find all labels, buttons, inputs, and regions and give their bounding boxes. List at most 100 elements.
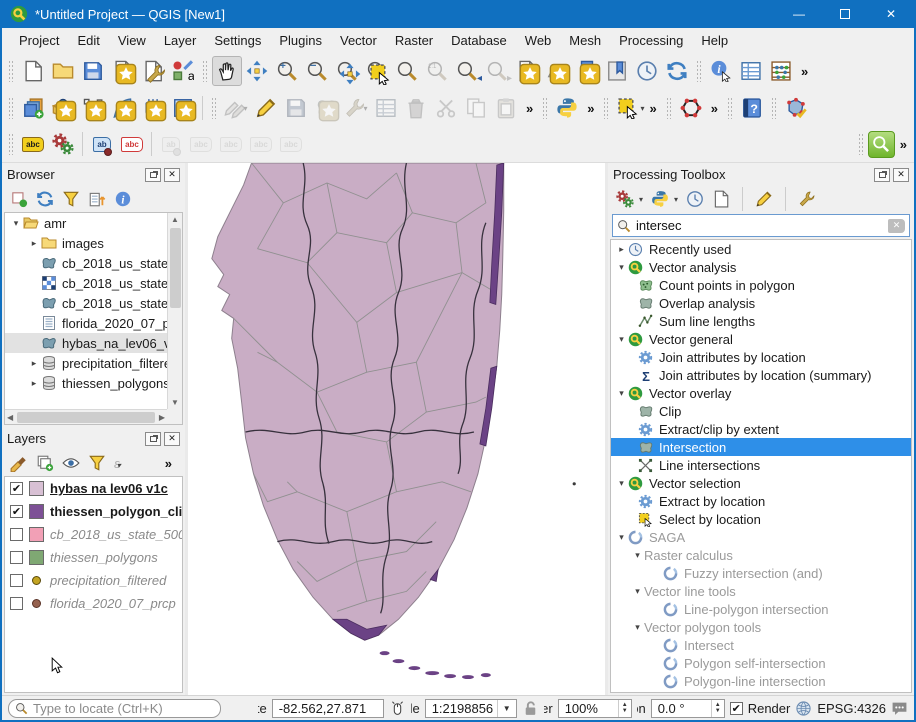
menu-mesh[interactable]: Mesh bbox=[560, 30, 610, 51]
toolbar-grip[interactable] bbox=[202, 60, 208, 82]
toolbox-alg-clip[interactable]: Clip bbox=[611, 402, 911, 420]
layer-row-thiessen-polygons[interactable]: thiessen_polygons bbox=[5, 546, 182, 569]
scroll-down-icon[interactable]: ▼ bbox=[169, 396, 181, 409]
new-shapefile-layer-button[interactable] bbox=[78, 93, 108, 123]
layer-styling-icon[interactable] bbox=[10, 454, 28, 472]
coordinate-box[interactable]: -82.562,27.871 bbox=[272, 699, 384, 718]
toolbar-overflow-chevron[interactable] bbox=[706, 101, 723, 116]
browser-close-button[interactable]: ✕ bbox=[164, 168, 180, 182]
map-canvas[interactable] bbox=[185, 163, 608, 695]
layer-checkbox[interactable] bbox=[10, 574, 23, 587]
results-viewer-icon[interactable] bbox=[712, 190, 730, 208]
browser-item-precipitation[interactable]: precipitation_filtered bbox=[5, 353, 182, 373]
mouse-position-toggle-icon[interactable] bbox=[389, 700, 406, 717]
layer-checkbox[interactable] bbox=[10, 597, 23, 610]
pin-labels-button[interactable]: ab bbox=[87, 129, 117, 159]
browser-item-cb-raster[interactable]: cb_2018_us_state_500k bbox=[5, 273, 182, 293]
layer-checkbox[interactable] bbox=[10, 505, 23, 518]
toolbar-grip[interactable] bbox=[603, 97, 609, 119]
spin-arrows-icon[interactable]: ▲▼ bbox=[711, 700, 724, 717]
vertex-tool-button[interactable] bbox=[676, 93, 706, 123]
toolbar-grip[interactable] bbox=[858, 133, 864, 155]
toolbox-alg-sum-line-lengths[interactable]: Sum line lengths bbox=[611, 312, 911, 330]
expander-open-icon[interactable] bbox=[631, 586, 644, 597]
menu-settings[interactable]: Settings bbox=[205, 30, 270, 51]
toolbox-group-vector-general[interactable]: Vector general bbox=[611, 330, 911, 348]
expander-open-icon[interactable] bbox=[9, 218, 23, 229]
temporal-controller-button[interactable] bbox=[632, 56, 662, 86]
toolbox-float-button[interactable] bbox=[874, 168, 890, 182]
layer-row-cb-states[interactable]: cb_2018_us_state_500k bbox=[5, 523, 182, 546]
new-spatial-bookmark-button[interactable] bbox=[572, 56, 602, 86]
magnifier-spinbox[interactable]: 100%▲▼ bbox=[558, 699, 632, 718]
filter-legend-icon[interactable] bbox=[88, 454, 106, 472]
layers-toolbar-overflow[interactable] bbox=[160, 456, 177, 471]
new-mesh-layer-button[interactable] bbox=[138, 93, 168, 123]
geometry-checker-button[interactable] bbox=[781, 93, 811, 123]
toolbox-group-vector-analysis[interactable]: Vector analysis bbox=[611, 258, 911, 276]
menu-edit[interactable]: Edit bbox=[68, 30, 108, 51]
minimize-button[interactable]: — bbox=[776, 0, 822, 28]
pan-to-selection-button[interactable] bbox=[242, 56, 272, 86]
menu-web[interactable]: Web bbox=[516, 30, 561, 51]
toolbox-alg-extract-clip-by-extent[interactable]: Extract/clip by extent bbox=[611, 420, 911, 438]
collapse-all-icon[interactable] bbox=[88, 190, 106, 208]
render-checkbox[interactable] bbox=[730, 702, 743, 715]
clear-search-icon[interactable] bbox=[888, 219, 905, 233]
zoom-in-button[interactable]: + bbox=[272, 56, 302, 86]
rotation-spinbox[interactable]: 0.0 °▲▼ bbox=[651, 699, 725, 718]
toolbar-grip[interactable] bbox=[727, 97, 733, 119]
scroll-left-icon[interactable]: ◀ bbox=[5, 411, 15, 424]
layers-float-button[interactable] bbox=[145, 432, 161, 446]
scroll-right-icon[interactable]: ▶ bbox=[157, 411, 167, 424]
add-group-icon[interactable] bbox=[36, 454, 54, 472]
zoom-out-button[interactable]: − bbox=[302, 56, 332, 86]
layer-checkbox[interactable] bbox=[10, 528, 23, 541]
toolbox-alg-select-by-location[interactable]: Select by location bbox=[611, 510, 911, 528]
open-project-button[interactable] bbox=[48, 56, 78, 86]
browser-horizontal-scrollbar[interactable]: ◀▶ bbox=[5, 409, 167, 424]
browser-float-button[interactable] bbox=[145, 168, 161, 182]
options-wrench-icon[interactable] bbox=[798, 190, 816, 208]
toggle-editing-button[interactable] bbox=[251, 93, 281, 123]
help-button[interactable] bbox=[737, 93, 767, 123]
toolbar-overflow-chevron[interactable] bbox=[895, 137, 912, 152]
refresh-map-button[interactable] bbox=[662, 56, 692, 86]
save-project-button[interactable] bbox=[78, 56, 108, 86]
render-toggle[interactable]: Render bbox=[730, 701, 791, 716]
zoom-full-button[interactable] bbox=[332, 56, 362, 86]
new-geopackage-layer-button[interactable] bbox=[48, 93, 78, 123]
toolbox-group-raster-calculus[interactable]: Raster calculus bbox=[611, 546, 911, 564]
toolbox-alg-line-polygon-intersection[interactable]: Line-polygon intersection bbox=[611, 600, 911, 618]
menu-plugins[interactable]: Plugins bbox=[270, 30, 331, 51]
toolbox-group-vector-selection[interactable]: Vector selection bbox=[611, 474, 911, 492]
menu-help[interactable]: Help bbox=[692, 30, 737, 51]
toolbar-grip[interactable] bbox=[211, 97, 217, 119]
close-button[interactable]: ✕ bbox=[868, 0, 914, 28]
locator-input[interactable] bbox=[28, 701, 214, 716]
map-themes-eye-icon[interactable] bbox=[62, 454, 80, 472]
expander-closed-icon[interactable] bbox=[27, 238, 41, 249]
toolbox-close-button[interactable]: ✕ bbox=[893, 168, 909, 182]
show-layout-manager-button[interactable] bbox=[138, 56, 168, 86]
toolbar-grip[interactable] bbox=[8, 133, 14, 155]
new-print-layout-button[interactable] bbox=[108, 56, 138, 86]
layer-checkbox[interactable] bbox=[10, 482, 23, 495]
toolbox-alg-overlap-analysis[interactable]: Overlap analysis bbox=[611, 294, 911, 312]
data-source-manager-button[interactable] bbox=[18, 93, 48, 123]
toolbox-group-vector-overlay[interactable]: Vector overlay bbox=[611, 384, 911, 402]
scrollbar-thumb[interactable] bbox=[17, 412, 155, 423]
toolbox-group-vector-polygon-tools[interactable]: Vector polygon tools bbox=[611, 618, 911, 636]
search-button[interactable] bbox=[868, 131, 895, 158]
menu-raster[interactable]: Raster bbox=[386, 30, 442, 51]
highlight-pinned-labels-button[interactable]: abc bbox=[117, 129, 147, 159]
menu-layer[interactable]: Layer bbox=[155, 30, 206, 51]
browser-item-florida-csv[interactable]: florida_2020_07_prcp bbox=[5, 313, 182, 333]
toolbar-grip[interactable] bbox=[696, 60, 702, 82]
lock-scale-icon[interactable] bbox=[522, 700, 539, 717]
show-bookmarks-button[interactable] bbox=[602, 56, 632, 86]
models-dropdown-arrow[interactable]: ▾ bbox=[639, 195, 643, 204]
menu-database[interactable]: Database bbox=[442, 30, 516, 51]
browser-item-images[interactable]: images bbox=[5, 233, 182, 253]
browser-item-hybas[interactable]: hybas_na_lev06_v1c bbox=[5, 333, 182, 353]
